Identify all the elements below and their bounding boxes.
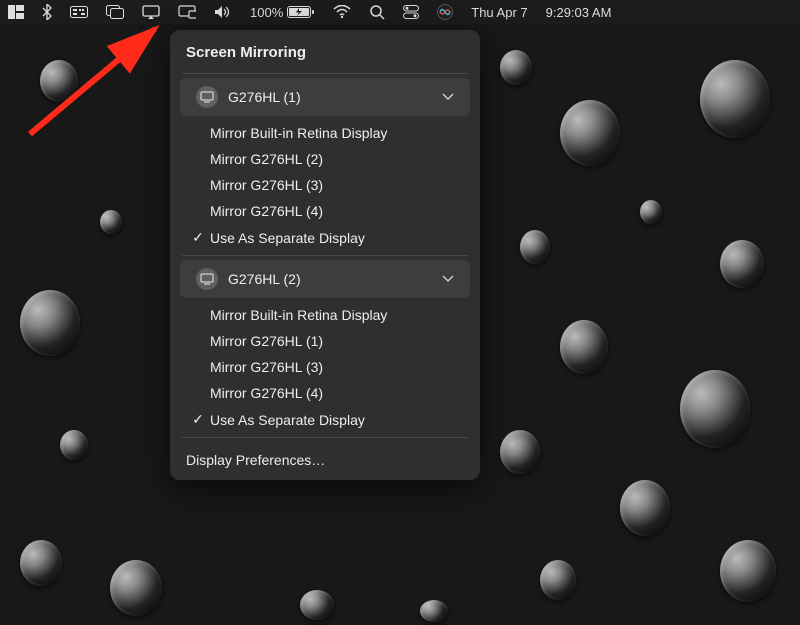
display-preferences-link[interactable]: Display Preferences…	[170, 442, 480, 472]
checkmark-icon: ✓	[186, 229, 210, 246]
device-row[interactable]: G276HL (2)	[180, 260, 470, 298]
device-name: G276HL (2)	[228, 271, 432, 287]
volume-icon[interactable]	[214, 0, 232, 24]
bg-drop	[560, 320, 608, 374]
bg-drop	[300, 590, 334, 620]
mirror-option[interactable]: Mirror Built-in Retina Display	[170, 120, 480, 146]
bg-drop	[520, 230, 550, 264]
option-label: Mirror G276HL (3)	[210, 359, 464, 375]
wifi-icon[interactable]	[333, 0, 351, 24]
separate-display-option[interactable]: ✓Use As Separate Display	[170, 224, 480, 251]
screen-mirroring-dropdown: Screen Mirroring G276HL (1) Mirror Built…	[170, 30, 480, 480]
divider	[182, 437, 468, 438]
keyboard-icon[interactable]	[70, 0, 88, 24]
bg-drop	[500, 50, 532, 85]
option-label: Use As Separate Display	[210, 412, 464, 428]
mission-control-icon[interactable]	[106, 0, 124, 24]
display-icon	[196, 268, 218, 290]
app-icon[interactable]	[8, 0, 24, 24]
menubar-date[interactable]: Thu Apr 7	[471, 0, 527, 24]
display-icon	[196, 86, 218, 108]
bg-drop	[40, 60, 78, 102]
bg-drop	[720, 240, 764, 288]
bg-drop	[420, 600, 448, 622]
device-name: G276HL (1)	[228, 89, 432, 105]
bg-drop	[560, 100, 620, 166]
menubar: 100% Thu Apr 7 9:29:03 AM	[0, 0, 800, 24]
option-label: Mirror G276HL (3)	[210, 177, 464, 193]
spotlight-icon[interactable]	[369, 0, 385, 24]
bg-drop	[540, 560, 576, 600]
dropdown-title: Screen Mirroring	[170, 38, 480, 69]
option-label: Use As Separate Display	[210, 230, 464, 246]
bg-drop	[110, 560, 162, 616]
divider	[182, 73, 468, 74]
bg-drop	[640, 200, 662, 224]
bg-drop	[20, 540, 62, 586]
mirror-option[interactable]: Mirror G276HL (3)	[170, 354, 480, 380]
device-row[interactable]: G276HL (1)	[180, 78, 470, 116]
battery-percent-label: 100%	[250, 5, 283, 20]
option-label: Mirror G276HL (2)	[210, 151, 464, 167]
airplay-icon[interactable]	[178, 0, 196, 24]
bg-drop	[700, 60, 770, 138]
desktop: 100% Thu Apr 7 9:29:03 AM Screen Mirrori…	[0, 0, 800, 625]
bg-drop	[100, 210, 122, 234]
battery-icon	[287, 5, 315, 19]
divider	[182, 255, 468, 256]
bg-drop	[60, 430, 88, 460]
bg-drop	[620, 480, 670, 536]
option-label: Mirror Built-in Retina Display	[210, 307, 464, 323]
screen-mirroring-icon[interactable]	[142, 0, 160, 24]
bg-drop	[720, 540, 776, 602]
separate-display-option[interactable]: ✓Use As Separate Display	[170, 406, 480, 433]
bg-drop	[20, 290, 80, 356]
option-label: Mirror Built-in Retina Display	[210, 125, 464, 141]
option-label: Mirror G276HL (4)	[210, 203, 464, 219]
option-label: Mirror G276HL (1)	[210, 333, 464, 349]
bg-drop	[500, 430, 540, 474]
mirror-option[interactable]: Mirror G276HL (2)	[170, 146, 480, 172]
mirror-option[interactable]: Mirror G276HL (1)	[170, 328, 480, 354]
bg-drop	[680, 370, 750, 448]
bluetooth-icon[interactable]	[42, 0, 52, 24]
mirror-option[interactable]: Mirror G276HL (3)	[170, 172, 480, 198]
option-label: Mirror G276HL (4)	[210, 385, 464, 401]
chevron-down-icon	[442, 275, 454, 283]
mirror-option[interactable]: Mirror Built-in Retina Display	[170, 302, 480, 328]
siri-icon[interactable]	[437, 0, 453, 24]
mirror-option[interactable]: Mirror G276HL (4)	[170, 380, 480, 406]
battery-status[interactable]: 100%	[250, 0, 315, 24]
control-center-icon[interactable]	[403, 0, 419, 24]
checkmark-icon: ✓	[186, 411, 210, 428]
menubar-clock[interactable]: 9:29:03 AM	[546, 0, 612, 24]
chevron-down-icon	[442, 93, 454, 101]
mirror-option[interactable]: Mirror G276HL (4)	[170, 198, 480, 224]
